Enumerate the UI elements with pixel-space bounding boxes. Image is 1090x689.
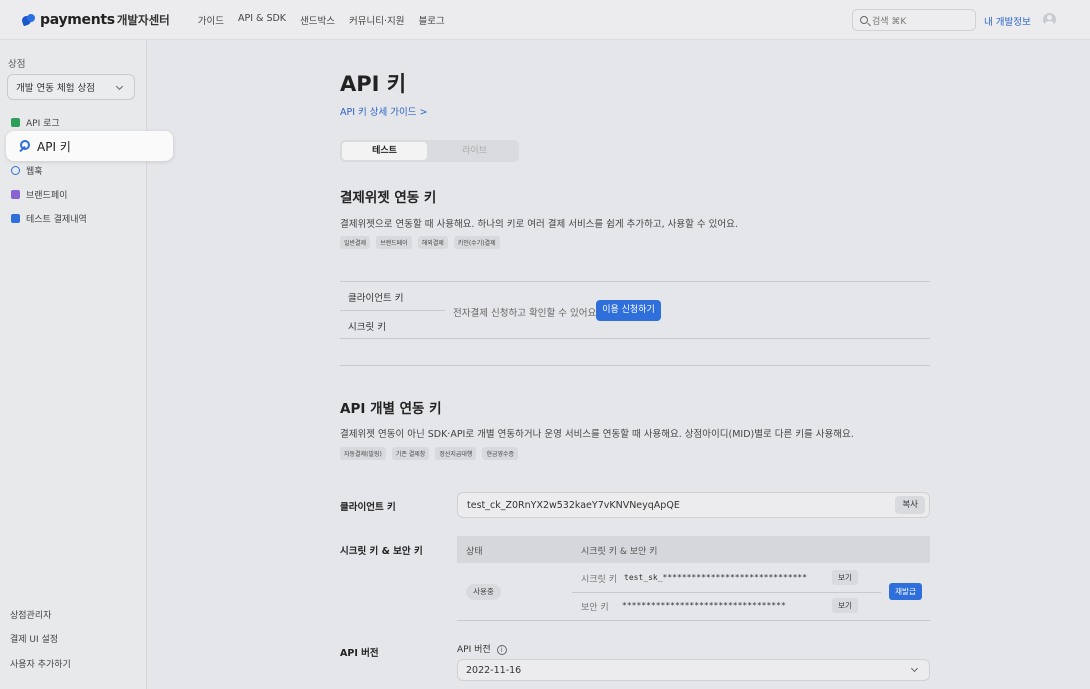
webhook-icon xyxy=(11,166,20,175)
divider xyxy=(340,281,930,282)
sidebar-item-label: 브랜드페이 xyxy=(26,191,68,201)
api-version-field-label: API 버전 i xyxy=(457,642,507,655)
nav-blog[interactable]: 블로그 xyxy=(418,13,444,27)
apply-button[interactable]: 이용 신청하기 xyxy=(596,300,661,321)
security-key-label: 보안 키 xyxy=(581,603,609,613)
widget-secret-key-label: 시크릿 키 xyxy=(348,322,386,333)
sidebar-item-api-key[interactable]: API 키 xyxy=(6,131,173,161)
tab-test[interactable]: 테스트 xyxy=(342,142,427,160)
secret-section-label: 시크릿 키 & 보안 키 xyxy=(340,546,423,557)
view-secret-key-button[interactable]: 보기 xyxy=(832,570,858,585)
api-version-field-text: API 버전 xyxy=(457,645,491,655)
tab-live[interactable]: 라이브 xyxy=(432,142,517,160)
chip: 정산지급대행 xyxy=(435,447,477,460)
widget-client-key-label: 클라이언트 키 xyxy=(348,293,404,304)
brandpay-icon xyxy=(11,190,20,199)
main-content: API 키 API 키 상세 가이드 > 테스트 라이브 결제위젯 연동 키 결… xyxy=(148,40,1090,689)
logo[interactable]: payments 개발자센터 xyxy=(22,0,170,40)
secret-key-label: 시크릿 키 xyxy=(581,575,617,585)
chip: 현금영수증 xyxy=(482,447,519,460)
sidebar-item-test-payments[interactable]: 테스트 결제내역 xyxy=(11,212,87,225)
widget-notice: 전자결제 신청하고 확인할 수 있어요. xyxy=(453,308,600,319)
top-navbar: payments 개발자센터 가이드 API & SDK 샌드박스 커뮤니티·지… xyxy=(0,0,1090,40)
security-key-value: ********************************** xyxy=(622,601,786,610)
env-tabs: 테스트 라이브 xyxy=(340,140,519,162)
widget-description: 결제위젯으로 연동할 때 사용해요. 하나의 키로 여러 결제 서비스를 쉽게 … xyxy=(340,219,738,230)
sidebar-item-api-log[interactable]: API 로그 xyxy=(11,116,60,129)
keys-table-header: 상태 시크릿 키 & 보안 키 xyxy=(457,536,930,563)
key-icon xyxy=(18,140,30,152)
store-label: 상점 xyxy=(8,59,26,70)
header-status: 상태 xyxy=(466,547,483,557)
sidebar-item-label: 웹훅 xyxy=(26,167,43,177)
client-key-label: 클라이언트 키 xyxy=(340,502,396,513)
nav-guide[interactable]: 가이드 xyxy=(198,13,224,27)
divider xyxy=(340,338,930,339)
chip: 일반결제 xyxy=(340,236,371,249)
search-icon xyxy=(860,16,868,24)
search-placeholder: 검색 ⌘K xyxy=(872,16,907,27)
secret-key-value: test_sk_****************************** xyxy=(624,573,808,582)
individual-heading: API 개별 연동 키 xyxy=(340,401,442,417)
chevron-down-icon xyxy=(910,664,919,673)
header-keys: 시크릿 키 & 보안 키 xyxy=(581,547,658,557)
api-version-label: API 버전 xyxy=(340,648,379,659)
sidebar-item-label: API 키 xyxy=(37,139,71,154)
widget-chips: 일반결제 브랜드페이 해외결제 키인(수기)결제 xyxy=(340,236,506,249)
my-info-link[interactable]: 내 개발정보 xyxy=(984,14,1031,28)
logo-brand: payments xyxy=(40,11,115,28)
divider xyxy=(572,592,881,593)
sidebar-item-brandpay[interactable]: 브랜드페이 xyxy=(11,188,67,201)
sidebar-payment-ui-settings[interactable]: 결제 UI 설정 xyxy=(10,632,58,645)
view-security-key-button[interactable]: 보기 xyxy=(832,598,858,613)
divider xyxy=(340,310,445,311)
widget-heading: 결제위젯 연동 키 xyxy=(340,190,437,206)
avatar[interactable] xyxy=(1043,13,1056,26)
nav-sandbox[interactable]: 샌드박스 xyxy=(300,13,335,27)
nav-api-sdk[interactable]: API & SDK xyxy=(238,13,286,27)
log-icon xyxy=(11,118,20,127)
guide-link[interactable]: API 키 상세 가이드 > xyxy=(340,104,428,118)
chevron-down-icon xyxy=(115,82,124,91)
main-nav: 가이드 API & SDK 샌드박스 커뮤니티·지원 블로그 xyxy=(184,13,445,27)
status-badge: 사용중 xyxy=(466,584,501,600)
sidebar-item-label: API 로그 xyxy=(26,119,60,129)
page-title: API 키 xyxy=(340,72,407,96)
individual-description: 결제위젯 연동이 아닌 SDK·API로 개별 연동하거나 운영 서비스를 연동… xyxy=(340,429,854,440)
api-version-select[interactable]: 2022-11-16 xyxy=(457,659,930,681)
search-input[interactable]: 검색 ⌘K xyxy=(852,9,976,31)
sidebar-item-webhook[interactable]: 웹훅 xyxy=(11,164,43,177)
client-key-field[interactable]: test_ck_Z0RnYX2w532kaeY7vKNVNeyqApQE 복사 xyxy=(457,492,930,518)
chip: 기존 결제창 xyxy=(391,447,430,460)
divider xyxy=(340,365,930,366)
nav-community[interactable]: 커뮤니티·지원 xyxy=(349,13,404,27)
reissue-button[interactable]: 재발급 xyxy=(889,583,922,600)
logo-subtitle: 개발자센터 xyxy=(116,12,170,27)
sidebar-add-user[interactable]: 사용자 추가하기 xyxy=(10,657,71,670)
chip: 키인(수기)결제 xyxy=(453,236,500,249)
sidebar: 상점 개발 연동 체험 상점 API 로그 웹훅 브랜드페이 테스트 결제내역 … xyxy=(0,40,173,689)
logo-icon xyxy=(22,13,36,26)
chip: 브랜드페이 xyxy=(376,236,412,249)
api-version-value: 2022-11-16 xyxy=(466,664,522,676)
chip: 자동결제(빌링) xyxy=(340,447,386,460)
client-key-value: test_ck_Z0RnYX2w532kaeY7vKNVNeyqApQE xyxy=(467,499,680,511)
store-select-value: 개발 연동 체험 상점 xyxy=(16,83,95,94)
sidebar-store-admin[interactable]: 상점관리자 xyxy=(10,608,51,621)
sidebar-item-label: 테스트 결제내역 xyxy=(26,215,87,225)
receipt-icon xyxy=(11,214,20,223)
store-select[interactable]: 개발 연동 체험 상점 xyxy=(7,74,135,100)
individual-chips: 자동결제(빌링) 기존 결제창 정산지급대행 현금영수증 xyxy=(340,447,524,460)
info-icon[interactable]: i xyxy=(496,645,507,655)
chip: 해외결제 xyxy=(417,236,448,249)
divider xyxy=(457,620,930,621)
copy-button[interactable]: 복사 xyxy=(895,496,925,514)
